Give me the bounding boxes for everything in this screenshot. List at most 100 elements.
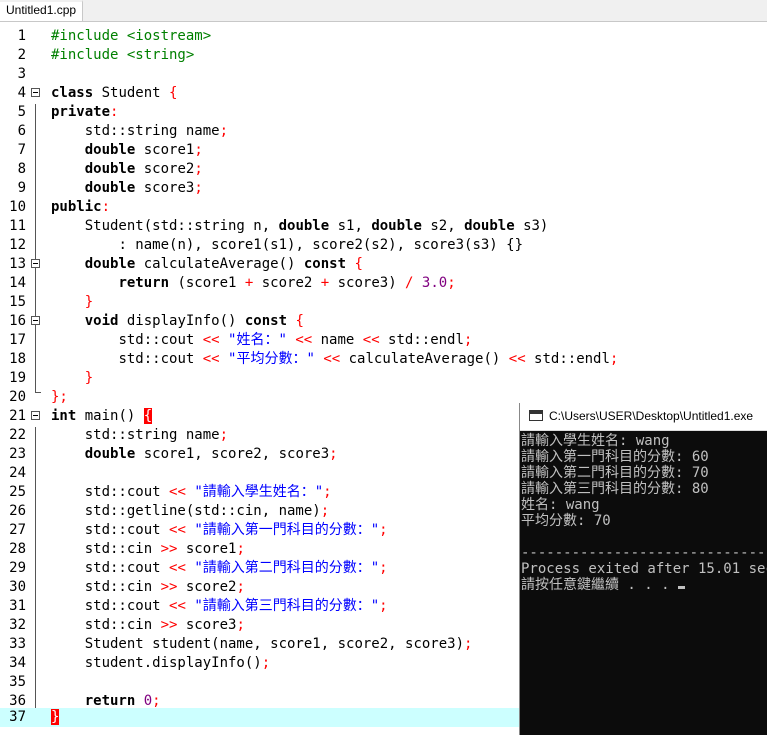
code-line-13: 13 double calculateAverage() const { xyxy=(0,255,767,274)
line-number: 10 xyxy=(9,199,26,215)
number-literal: 3.0 xyxy=(413,275,448,291)
identifier: Student student(name, score1, score2, sc… xyxy=(84,636,465,652)
line-number: 18 xyxy=(9,351,26,367)
identifier: score2 xyxy=(177,579,237,595)
line-number: 14 xyxy=(9,275,26,291)
string-literal: "請輸入學生姓名：" xyxy=(194,484,324,500)
line-number: 27 xyxy=(9,522,26,538)
line-number: 28 xyxy=(9,541,26,557)
keyword: const xyxy=(244,313,288,329)
identifier: name xyxy=(312,332,363,348)
identifier: calculateAverage() xyxy=(340,351,509,367)
identifier: std::string name xyxy=(84,123,220,139)
line-number: 17 xyxy=(9,332,26,348)
line-number: 32 xyxy=(9,617,26,633)
identifier: std::cin xyxy=(84,541,161,557)
identifier: score3 xyxy=(135,180,195,196)
line-number: 29 xyxy=(9,560,26,576)
editor-tab-bar: Untitled1.cpp xyxy=(0,0,767,22)
identifier: s2, xyxy=(421,218,465,234)
line-number: 15 xyxy=(9,294,26,310)
brace-match: } xyxy=(51,709,60,725)
keyword: double xyxy=(464,218,515,234)
console-line: Process exited after 15.01 seconds with … xyxy=(521,561,767,577)
identifier: calculateAverage() xyxy=(135,256,304,272)
console-window[interactable]: C:\Users\USER\Desktop\Untitled1.exe 請輸入學… xyxy=(519,403,767,735)
code-line-1: 1 #include <iostream> xyxy=(0,27,767,46)
keyword: double xyxy=(84,180,136,196)
identifier: score1 xyxy=(177,541,237,557)
identifier: s1, xyxy=(329,218,372,234)
code-line-18: 18 std::cout << "平均分數：" << calculateAver… xyxy=(0,350,767,369)
line-number: 6 xyxy=(17,123,26,139)
console-line: 請按任意鍵繼續 . . . xyxy=(521,577,686,593)
keyword: public xyxy=(51,199,102,215)
keyword: double xyxy=(84,256,136,272)
line-number: 25 xyxy=(9,484,26,500)
keyword: int xyxy=(51,408,77,424)
identifier: (score1 xyxy=(169,275,245,291)
console-output[interactable]: 請輸入學生姓名: wang 請輸入第一門科目的分數: 60 請輸入第二門科目的分… xyxy=(520,431,767,735)
string-literal: "請輸入第一門科目的分數：" xyxy=(194,522,380,538)
console-line: 請輸入第一門科目的分數: 60 xyxy=(521,449,709,465)
fold-toggle-icon[interactable] xyxy=(31,411,40,420)
string-literal: "姓名：" xyxy=(228,332,287,348)
identifier: s3) xyxy=(514,218,549,234)
tab-untitled1-cpp[interactable]: Untitled1.cpp xyxy=(0,0,84,21)
identifier: std::endl xyxy=(379,332,464,348)
keyword: double xyxy=(84,142,136,158)
code-line-12: 12 : name(n), score1(s1), score2(s2), sc… xyxy=(0,236,767,255)
identifier: score1, score2, score3 xyxy=(135,446,330,462)
code-line-2: 2 #include <string> xyxy=(0,46,767,65)
identifier: std::cout xyxy=(118,332,203,348)
code-line-4: 4 class Student { xyxy=(0,84,767,103)
string-literal: "請輸入第三門科目的分數：" xyxy=(194,598,380,614)
line-number: 31 xyxy=(9,598,26,614)
include-directive: #include <string> xyxy=(51,47,195,63)
keyword: class xyxy=(51,85,94,101)
code-line-19: 19 } xyxy=(0,369,767,388)
fold-toggle-icon[interactable] xyxy=(31,316,40,325)
console-line: 姓名: wang xyxy=(521,497,600,513)
console-cursor xyxy=(678,586,686,589)
keyword: double xyxy=(278,218,330,234)
identifier: std::cin xyxy=(84,579,161,595)
line-number: 20 xyxy=(9,389,26,405)
line-number: 3 xyxy=(17,66,26,82)
line-number: 24 xyxy=(9,465,26,481)
identifier: std::getline(std::cin, name) xyxy=(84,503,321,519)
console-title: C:\Users\USER\Desktop\Untitled1.exe xyxy=(549,409,754,423)
fold-toggle-icon[interactable] xyxy=(31,88,40,97)
keyword: double xyxy=(84,446,136,462)
line-number: 7 xyxy=(17,142,26,158)
code-line-15: 15 } xyxy=(0,293,767,312)
code-line-9: 9 double score3; xyxy=(0,179,767,198)
string-literal: "平均分數：" xyxy=(228,351,315,367)
identifier: score3 xyxy=(177,617,237,633)
number-literal: 0 xyxy=(135,693,153,709)
line-number: 30 xyxy=(9,579,26,595)
console-prompt: 請按任意鍵繼續 . . . xyxy=(521,577,679,593)
line-number: 35 xyxy=(9,674,26,690)
identifier: student.displayInfo() xyxy=(84,655,262,671)
identifier: std::cout xyxy=(118,351,203,367)
line-number: 23 xyxy=(9,446,26,462)
console-title-bar[interactable]: C:\Users\USER\Desktop\Untitled1.exe xyxy=(520,403,767,431)
console-separator: -------------------------------- xyxy=(521,545,767,561)
code-line-17: 17 std::cout << "姓名：" << name << std::en… xyxy=(0,331,767,350)
console-line: 請輸入學生姓名: wang xyxy=(521,433,670,449)
identifier: std::cout xyxy=(84,560,170,576)
identifier: Student(std::string n, xyxy=(84,218,279,234)
identifier: displayInfo() xyxy=(118,313,245,329)
fold-toggle-icon[interactable] xyxy=(31,259,40,268)
identifier: std::cout xyxy=(84,598,170,614)
keyword: const xyxy=(303,256,347,272)
keyword: return xyxy=(84,693,136,709)
identifier: std::cin xyxy=(84,617,161,633)
identifier: std::string name xyxy=(84,427,220,443)
identifier: std::cout xyxy=(84,484,170,500)
keyword: return xyxy=(118,275,170,291)
line-number: 37 xyxy=(9,709,26,725)
code-line-14: 14 return (score1 + score2 + score3) / 3… xyxy=(0,274,767,293)
identifier: score2 xyxy=(135,161,195,177)
